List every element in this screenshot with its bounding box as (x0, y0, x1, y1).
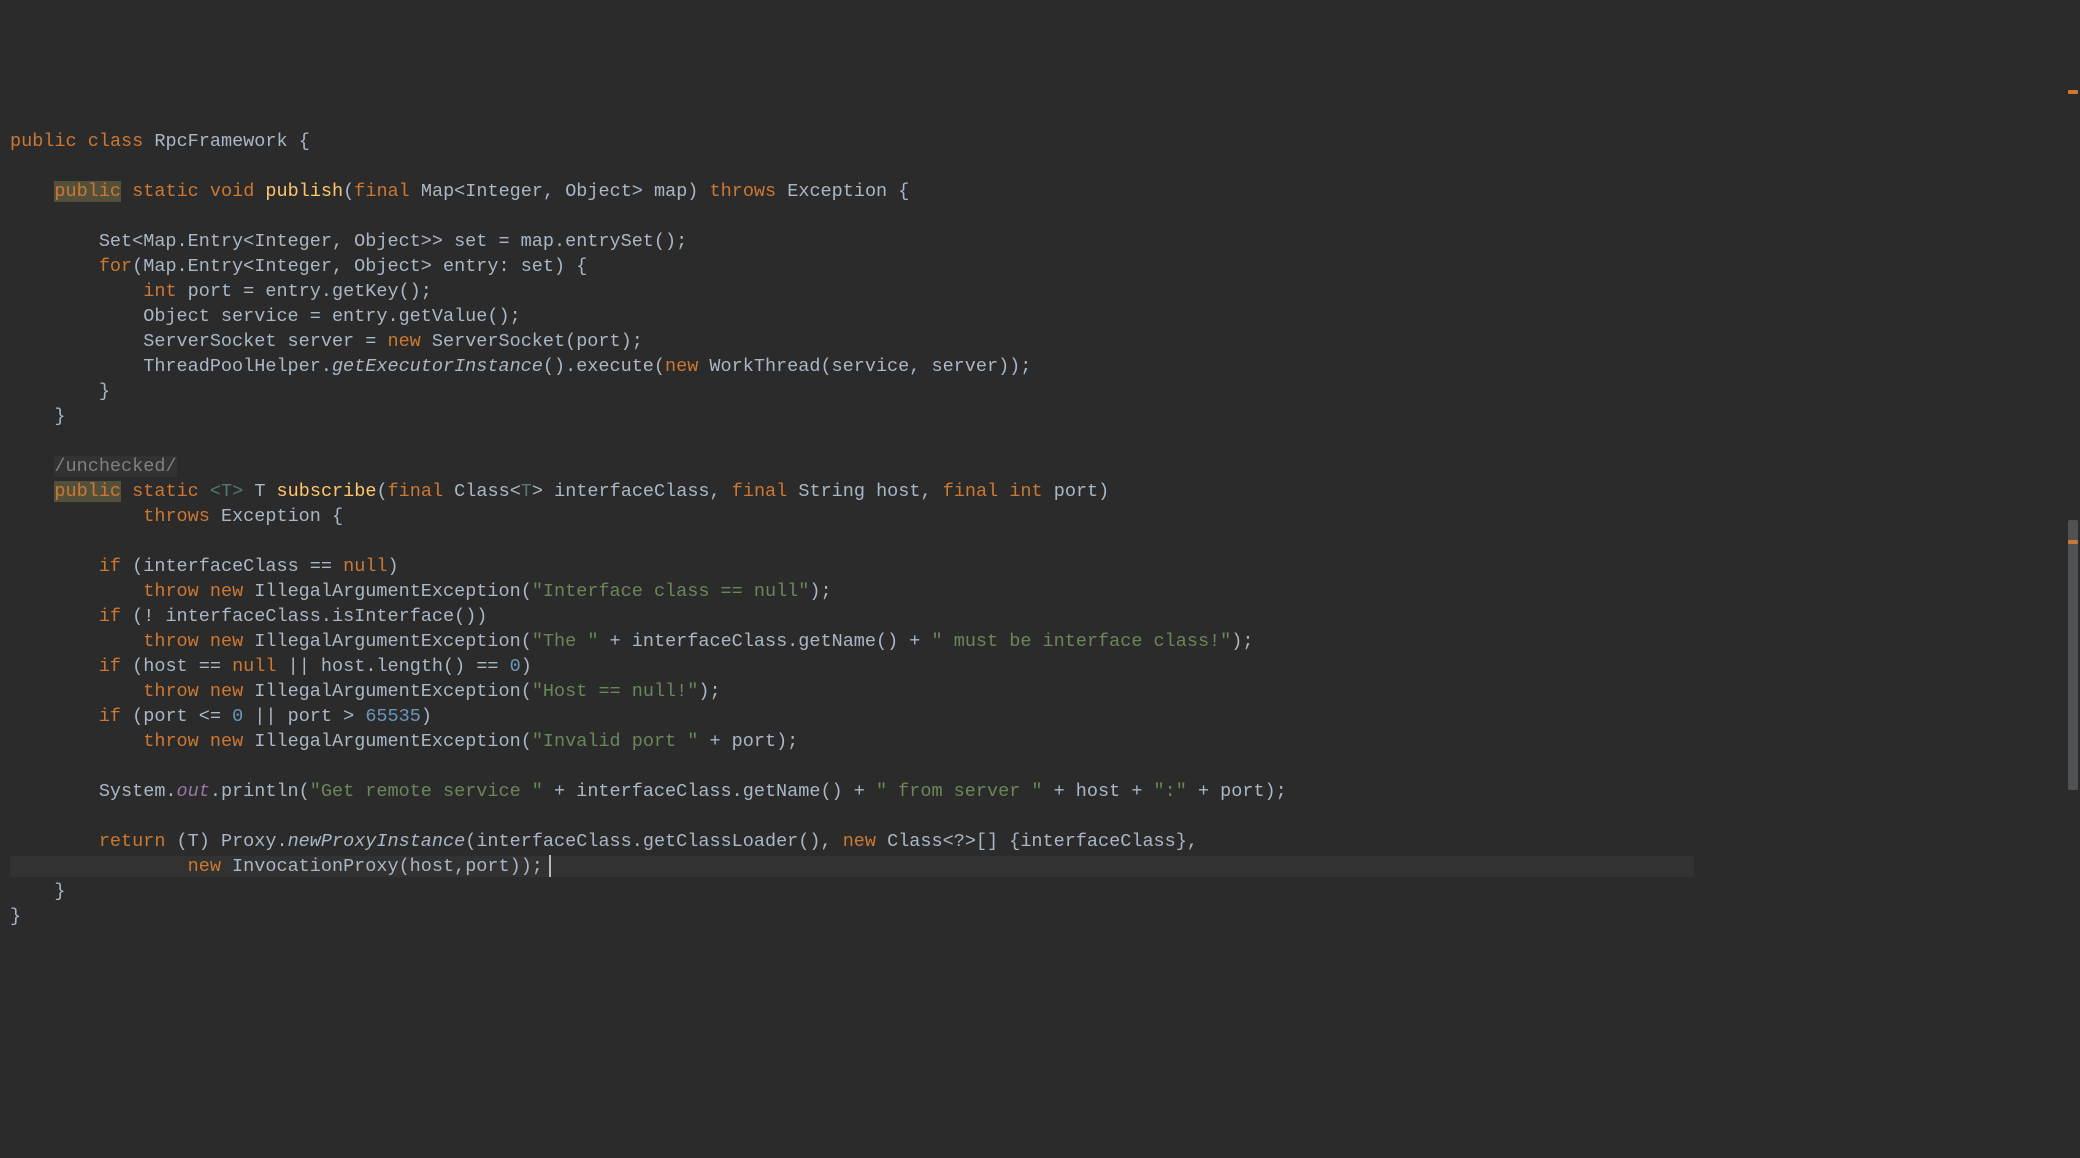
code-line: if (interfaceClass == null) (10, 556, 399, 577)
code-line-caret: new InvocationProxy(host,port)); (10, 856, 1694, 877)
code-line: int port = entry.getKey(); (10, 281, 432, 302)
scrollbar-mark (2068, 90, 2078, 94)
code-line: public static void publish(final Map<Int… (10, 181, 909, 202)
code-line: throws Exception { (10, 506, 343, 527)
code-line: if (host == null || host.length() == 0) (10, 656, 532, 677)
code-line: System.out.println("Get remote service "… (10, 781, 1287, 802)
code-line: /unchecked/ (10, 456, 177, 477)
text-caret (549, 855, 551, 877)
code-editor[interactable]: public class RpcFramework { public stati… (0, 100, 2080, 929)
code-line: public static <T> T subscribe(final Clas… (10, 481, 1109, 502)
code-line: if (port <= 0 || port > 65535) (10, 706, 432, 727)
code-line: if (! interfaceClass.isInterface()) (10, 606, 487, 627)
code-line: public class RpcFramework { (10, 131, 310, 152)
vertical-scrollbar[interactable] (2066, 0, 2080, 1158)
code-line: Object service = entry.getValue(); (10, 306, 521, 327)
code-line: } (10, 906, 21, 927)
code-line: Set<Map.Entry<Integer, Object>> set = ma… (10, 231, 687, 252)
code-line: for(Map.Entry<Integer, Object> entry: se… (10, 256, 587, 277)
code-line: ServerSocket server = new ServerSocket(p… (10, 331, 643, 352)
scrollbar-mark (2068, 540, 2078, 544)
code-line: throw new IllegalArgumentException("The … (10, 631, 1253, 652)
code-line: } (10, 381, 110, 402)
code-line: ThreadPoolHelper.getExecutorInstance().e… (10, 356, 1031, 377)
scrollbar-thumb[interactable] (2068, 520, 2078, 790)
code-line: throw new IllegalArgumentException("Host… (10, 681, 721, 702)
code-line: } (10, 406, 66, 427)
code-line: return (T) Proxy.newProxyInstance(interf… (10, 831, 1198, 852)
code-line: } (10, 881, 66, 902)
code-line: throw new IllegalArgumentException("Inte… (10, 581, 832, 602)
code-line: throw new IllegalArgumentException("Inva… (10, 731, 798, 752)
